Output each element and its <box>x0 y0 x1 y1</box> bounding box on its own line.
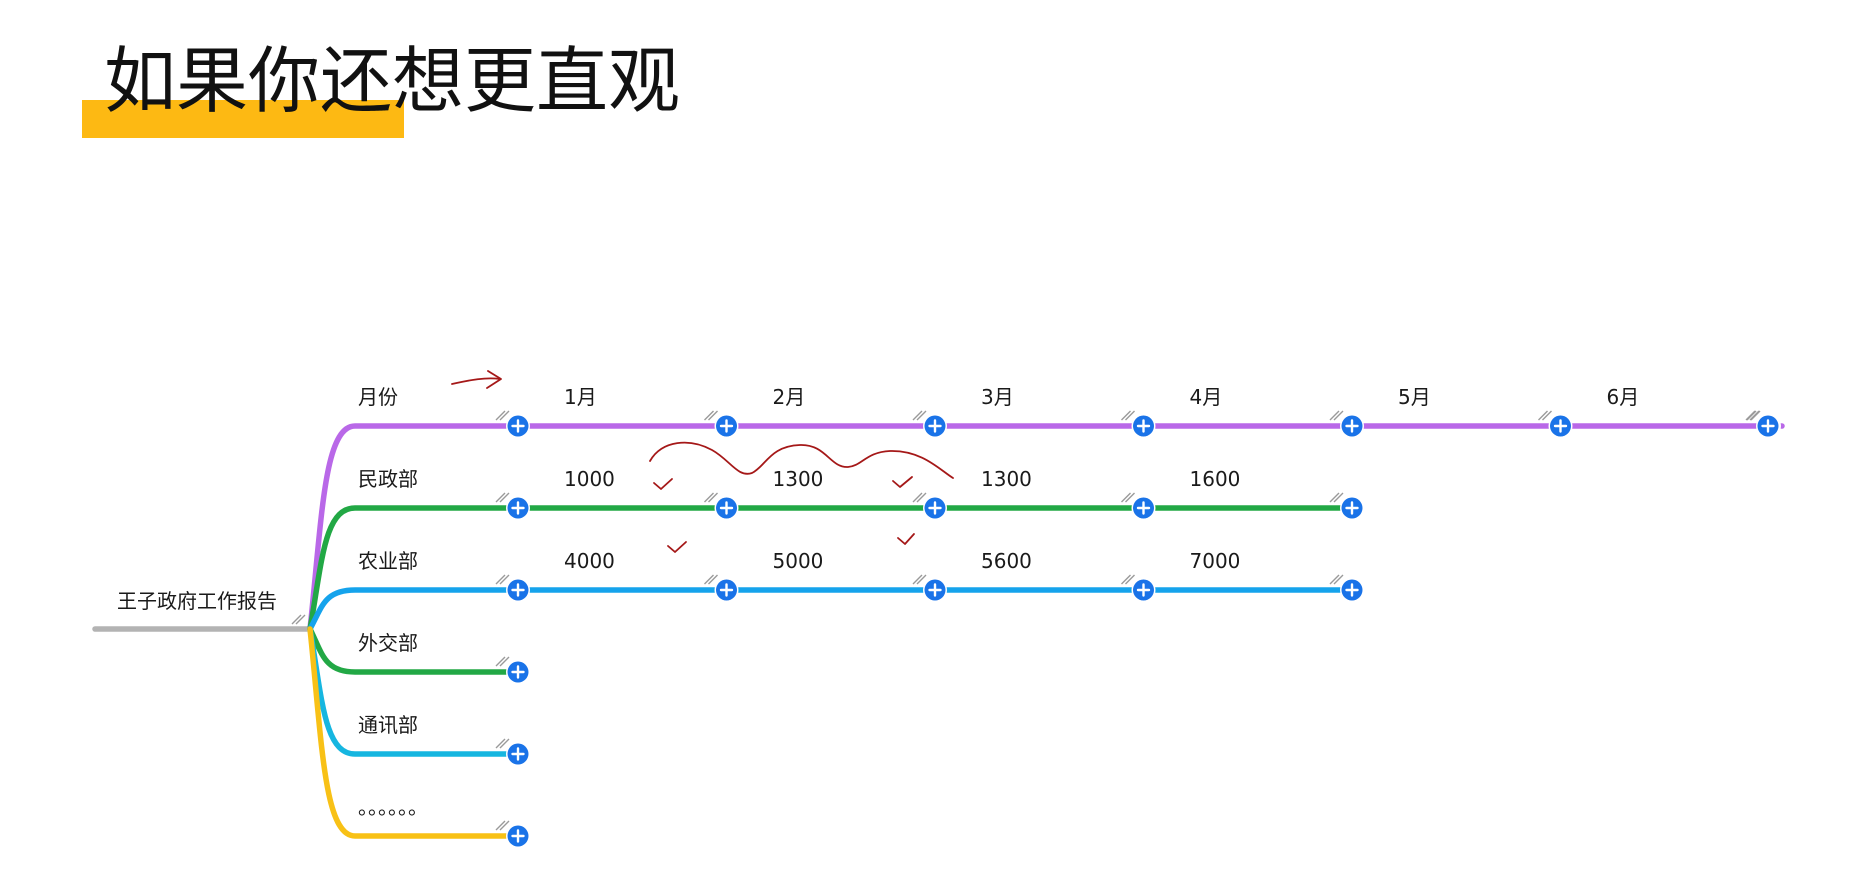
cell-month-4: 4月 <box>1190 385 1223 409</box>
branch-label-month: 月份 <box>358 385 398 409</box>
node-agri-2[interactable] <box>923 578 947 602</box>
cell-civil-1: 1000 <box>564 467 615 491</box>
hatch-agri-1 <box>704 574 718 585</box>
node-agri-3[interactable] <box>1131 578 1156 602</box>
hatch-month-3 <box>1121 410 1135 421</box>
node-civil-3[interactable] <box>1131 496 1156 520</box>
hatch-month-0 <box>495 410 510 421</box>
node-civil-1[interactable] <box>714 496 739 520</box>
branch-label-telecom: 通讯部 <box>358 713 418 737</box>
node-month-2[interactable] <box>923 414 947 438</box>
mind-map-edges <box>92 410 1785 839</box>
cell-month-5: 5月 <box>1398 385 1431 409</box>
branch-label-agri: 农业部 <box>358 549 418 573</box>
handwritten-annotations <box>451 370 954 553</box>
node-agri-4[interactable] <box>1340 578 1364 602</box>
cell-month-3: 3月 <box>981 385 1014 409</box>
annotation-tick-2 <box>892 476 913 488</box>
branch-label-foreign: 外交部 <box>358 631 418 655</box>
hatch-agri-3 <box>1121 574 1135 585</box>
node-civil-0[interactable] <box>506 496 530 520</box>
hatch-telecom-0 <box>495 738 510 749</box>
hatch-agri-0 <box>495 574 510 585</box>
mind-map: 王子政府工作报告 月份 1月 2月 3月 4月 5月 6月民政部 1000 1300 1300 160… <box>92 370 1785 848</box>
hatch-month-5 <box>1538 410 1552 421</box>
annotation-tick-1 <box>653 478 673 490</box>
hatch-foreign-0 <box>495 656 510 667</box>
hatch-month-4 <box>1329 410 1344 421</box>
annotation-tick-3 <box>667 541 687 553</box>
node-month-1[interactable] <box>714 414 739 438</box>
root-hatch <box>291 614 306 625</box>
node-civil-4[interactable] <box>1340 496 1364 520</box>
cell-agri-2: 5000 <box>773 549 824 573</box>
cell-agri-4: 7000 <box>1190 549 1241 573</box>
hatch-agri-2 <box>912 574 927 585</box>
node-foreign-0[interactable] <box>506 660 530 684</box>
hatch-more-0 <box>495 820 510 831</box>
node-agri-1[interactable] <box>714 578 739 602</box>
cell-month-2: 2月 <box>773 385 806 409</box>
hatch-month-2 <box>912 410 927 421</box>
cell-civil-4: 1600 <box>1190 467 1241 491</box>
cell-civil-3: 1300 <box>981 467 1032 491</box>
hatch-civil-2 <box>912 492 927 503</box>
hatch-agri-4 <box>1329 574 1344 585</box>
hatch-civil-3 <box>1121 492 1135 503</box>
annotation-arrow-head <box>486 370 502 389</box>
hatch-month-1 <box>704 410 718 421</box>
node-agri-0[interactable] <box>506 578 530 602</box>
root-label: 王子政府工作报告 <box>117 589 277 613</box>
node-month-0[interactable] <box>506 414 530 438</box>
branch-label-civil: 民政部 <box>358 467 418 491</box>
node-civil-2[interactable] <box>923 496 947 520</box>
cell-civil-2: 1300 <box>773 467 824 491</box>
cell-agri-3: 5600 <box>981 549 1032 573</box>
annotation-arrow-shaft <box>451 377 501 385</box>
node-month-end[interactable] <box>1756 414 1780 438</box>
node-month-4[interactable] <box>1340 414 1364 438</box>
hatch-civil-4 <box>1329 492 1344 503</box>
node-month-5[interactable] <box>1548 414 1573 438</box>
branch-label-more: 。。。。。。 <box>358 795 428 819</box>
edge-month <box>307 423 1785 632</box>
hatch-civil-0 <box>495 492 510 503</box>
cell-agri-1: 4000 <box>564 549 615 573</box>
hatch-civil-1 <box>704 492 718 503</box>
cell-month-1: 1月 <box>564 385 597 409</box>
node-telecom-0[interactable] <box>506 742 530 766</box>
node-more-0[interactable] <box>506 824 530 848</box>
mind-map-nodes[interactable] <box>506 414 1781 848</box>
edge-agri <box>307 587 1355 632</box>
node-month-3[interactable] <box>1131 414 1156 438</box>
cell-month-6: 6月 <box>1607 385 1640 409</box>
annotation-tick-4 <box>897 533 915 545</box>
